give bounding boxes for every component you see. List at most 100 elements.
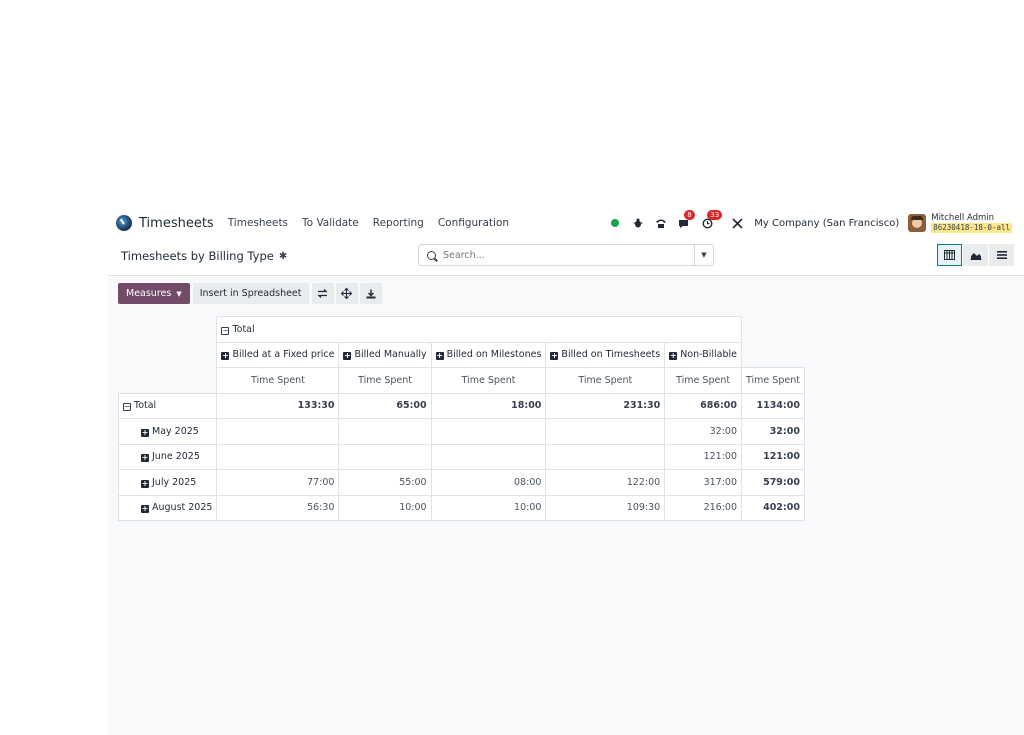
measure-header[interactable]: Time Spent xyxy=(664,367,743,394)
expand-icon: + xyxy=(669,351,678,361)
user-avatar[interactable] xyxy=(908,214,927,232)
column-header[interactable]: + Billed on Milestones xyxy=(430,341,547,368)
table-cell[interactable] xyxy=(216,443,340,470)
menu-configuration[interactable]: Configuration xyxy=(438,217,509,229)
app-window: Timesheets Timesheets To Validate Report… xyxy=(108,206,1024,735)
expand-icon: + xyxy=(435,351,444,361)
menu-reporting[interactable]: Reporting xyxy=(373,217,424,229)
column-header[interactable]: + Billed at a Fixed price xyxy=(216,341,340,368)
messages-badge: 8 xyxy=(684,210,695,220)
table-row: + July 2025 77:00 55:00 08:00 122:00 317:… xyxy=(117,469,805,496)
row-header[interactable]: + June 2025 xyxy=(117,443,218,470)
phone-icon[interactable] xyxy=(654,216,668,230)
table-cell[interactable] xyxy=(430,418,547,445)
row-header[interactable]: + July 2025 xyxy=(117,469,218,496)
table-cell-total[interactable]: 402:00 xyxy=(741,494,805,521)
row-header[interactable]: + May 2025 xyxy=(117,418,218,445)
table-row: − Total 133:30 65:00 18:00 231:30 686:00 … xyxy=(117,392,805,419)
company-switcher[interactable]: My Company (San Francisco) xyxy=(754,218,899,229)
table-cell[interactable]: 08:00 xyxy=(430,469,547,496)
column-header[interactable]: + Billed Manually xyxy=(338,341,432,368)
activities-clock-icon[interactable]: 33 xyxy=(700,210,723,230)
table-cell[interactable] xyxy=(338,443,432,470)
table-cell[interactable]: 55:00 xyxy=(338,469,432,496)
page-title-text: Timesheets by Billing Type xyxy=(121,249,274,263)
table-cell[interactable]: 56:30 xyxy=(216,494,340,521)
measures-label: Measures xyxy=(126,288,172,299)
measures-button[interactable]: Measures ▼ xyxy=(118,283,190,304)
table-cell[interactable]: 10:00 xyxy=(430,494,547,521)
database-name: 86230418-18-0-all xyxy=(931,223,1012,233)
user-menu[interactable]: Mitchell Admin 86230418-18-0-all xyxy=(931,213,1012,233)
app-name: Timesheets xyxy=(139,215,214,231)
table-cell-total[interactable]: 32:00 xyxy=(741,418,805,445)
download-icon xyxy=(366,289,376,298)
table-cell[interactable] xyxy=(216,418,340,445)
table-cell-total[interactable]: 121:00 xyxy=(741,443,805,470)
table-cell[interactable]: 32:00 xyxy=(664,418,743,445)
table-cell[interactable]: 686:00 xyxy=(664,392,743,419)
download-button[interactable] xyxy=(359,283,382,304)
table-cell[interactable] xyxy=(545,418,666,445)
table-cell[interactable]: 121:00 xyxy=(664,443,743,470)
table-row: + May 2025 32:00 32:00 xyxy=(117,418,805,445)
table-cell-total[interactable]: 579:00 xyxy=(741,469,805,496)
expand-icon: + xyxy=(550,351,559,361)
table-cell[interactable]: 317:00 xyxy=(664,469,743,496)
view-switcher xyxy=(936,244,1014,266)
measure-header[interactable]: Time Spent xyxy=(545,367,666,394)
menu-timesheets[interactable]: Timesheets xyxy=(228,217,288,229)
messages-icon[interactable]: 8 xyxy=(677,210,695,230)
graph-view-button[interactable] xyxy=(963,244,988,266)
column-header[interactable]: + Non-Billable xyxy=(664,341,743,368)
gear-icon[interactable]: ✱ xyxy=(279,251,287,262)
collapse-icon: − xyxy=(123,402,131,412)
expand-arrows-icon xyxy=(341,288,353,299)
measure-header[interactable]: Time Spent xyxy=(430,367,547,394)
search-dropdown-toggle[interactable]: ▼ xyxy=(694,245,713,265)
table-cell[interactable]: 18:00 xyxy=(430,392,547,419)
expand-icon: + xyxy=(141,453,149,463)
tools-icon[interactable] xyxy=(730,216,744,230)
flip-axis-button[interactable] xyxy=(311,283,334,304)
table-cell[interactable]: 77:00 xyxy=(216,469,340,496)
measure-header[interactable]: Time Spent xyxy=(338,367,432,394)
table-cell[interactable] xyxy=(338,418,432,445)
expand-all-button[interactable] xyxy=(335,283,358,304)
systray: 8 33 My Company (San Francisco) Mitchell… xyxy=(599,206,1012,240)
table-row: + August 2025 56:30 10:00 10:00 109:30 21… xyxy=(117,494,805,521)
list-view-button[interactable] xyxy=(989,244,1014,266)
expand-icon: + xyxy=(141,504,149,514)
table-cell-total[interactable]: 1134:00 xyxy=(741,392,805,419)
insert-in-spreadsheet-button[interactable]: Insert in Spreadsheet xyxy=(192,283,309,304)
collapse-icon: − xyxy=(221,325,230,335)
table-cell[interactable] xyxy=(545,443,666,470)
row-header[interactable]: + August 2025 xyxy=(117,494,218,521)
measure-header[interactable]: Time Spent xyxy=(216,367,340,394)
column-group-header[interactable]: − Total xyxy=(216,316,743,343)
search-input[interactable] xyxy=(443,249,683,261)
main-menu: Timesheets To Validate Reporting Configu… xyxy=(228,217,523,229)
pivot-toolbar: Measures ▼ Insert in Spreadsheet xyxy=(118,283,384,304)
menu-to-validate[interactable]: To Validate xyxy=(302,217,359,229)
presence-status-icon[interactable] xyxy=(608,216,622,230)
table-cell[interactable]: 109:30 xyxy=(545,494,666,521)
column-header[interactable]: + Billed on Timesheets xyxy=(545,341,666,368)
row-header[interactable]: − Total xyxy=(117,392,218,419)
pivot-view-button[interactable] xyxy=(937,244,962,266)
table-cell[interactable] xyxy=(430,443,547,470)
table-cell[interactable]: 133:30 xyxy=(216,392,340,419)
debug-bug-icon[interactable] xyxy=(631,216,645,230)
table-cell[interactable]: 10:00 xyxy=(338,494,432,521)
table-cell[interactable]: 122:00 xyxy=(545,469,666,496)
table-cell[interactable]: 216:00 xyxy=(664,494,743,521)
activities-badge: 33 xyxy=(707,210,723,220)
table-cell[interactable]: 65:00 xyxy=(338,392,432,419)
pivot-table: − Total + Billed at a Fixed price + Billed … xyxy=(117,316,805,521)
caret-down-icon: ▼ xyxy=(176,289,182,298)
app-brand[interactable]: Timesheets xyxy=(116,215,214,231)
expand-icon: + xyxy=(141,478,149,488)
table-cell[interactable]: 231:30 xyxy=(545,392,666,419)
measure-header[interactable]: Time Spent xyxy=(741,367,805,394)
top-navbar: Timesheets Timesheets To Validate Report… xyxy=(108,206,1024,240)
